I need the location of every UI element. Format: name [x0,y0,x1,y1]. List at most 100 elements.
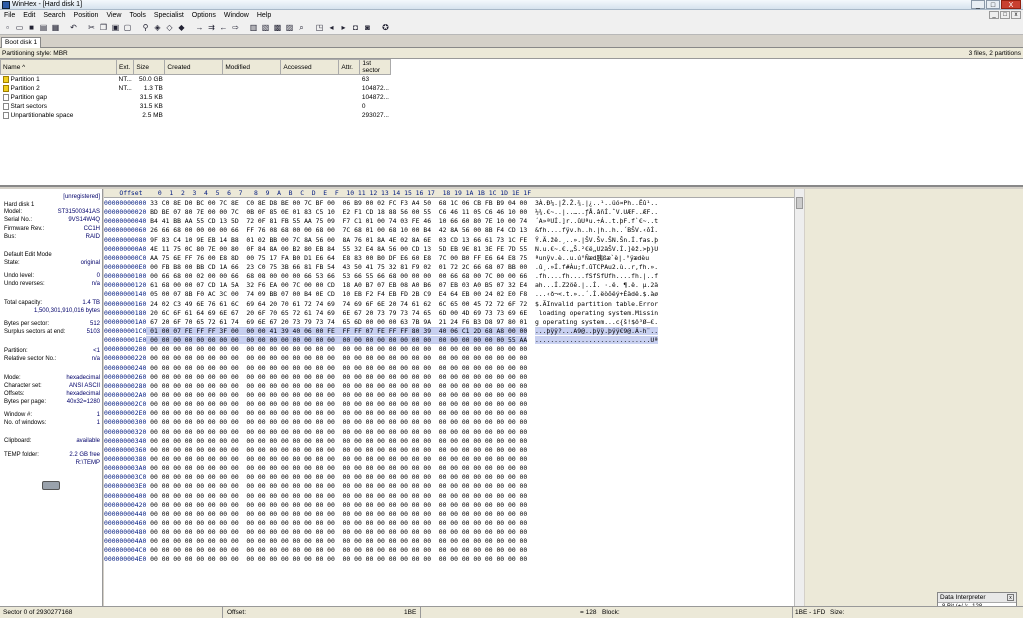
copy-icon[interactable]: ❐ [98,22,109,33]
hex-row[interactable]: 000000003A0 00 00 00 00 00 00 00 00 00 0… [104,464,794,473]
hex-row[interactable]: 000000002E0 00 00 00 00 00 00 00 00 00 0… [104,409,794,418]
hex-text[interactable]: ...‹ð¬<.t.»..´.Í.ëòôëý+Éädë.$.àø [535,290,658,298]
hex-bytes[interactable]: 00 00 00 00 00 00 00 00 00 00 00 00 00 0… [146,546,527,554]
save-icon[interactable]: ■ [26,22,37,33]
replace-text-icon[interactable]: ◇ [164,22,175,33]
hex-bytes[interactable]: 00 00 00 00 00 00 00 00 00 00 00 00 00 0… [146,519,527,527]
hex-row[interactable]: 00000000200 00 00 00 00 00 00 00 00 00 0… [104,345,794,354]
hex-bytes[interactable]: 24 02 C3 49 6E 76 61 6C 69 64 20 70 61 7… [146,300,527,308]
hex-bytes[interactable]: 33 C0 8E D0 BC 00 7C 8E C0 8E D8 BE 00 7… [146,199,527,207]
col-created[interactable]: Created [164,59,224,75]
hex-bytes[interactable]: 00 00 00 00 00 00 00 00 00 00 00 00 00 0… [146,473,527,481]
hex-text[interactable]: $.ÃInvalid partition table.Error [535,300,658,308]
hex-row[interactable]: 000000001E0 00 00 00 00 00 00 00 00 00 0… [104,336,794,345]
snapshot-icon[interactable]: ◳ [314,22,325,33]
hex-text[interactable]: ..............................Uª [534,336,659,345]
menu-view[interactable]: View [102,12,125,19]
camera-icon[interactable]: ◘ [350,22,361,33]
hex-bytes[interactable]: 00 00 00 00 00 00 00 00 00 00 00 00 00 0… [146,464,527,472]
hex-row[interactable]: 00000000180 20 6C 6F 61 64 69 6E 67 20 6… [104,309,794,318]
table-row[interactable]: Unpartitionable space 2.5 MB 293027... [1,111,391,120]
hex-bytes[interactable]: 00 00 00 00 00 00 00 00 00 00 00 00 00 0… [146,537,527,545]
hex-row[interactable]: 00000000320 00 00 00 00 00 00 00 00 00 0… [104,428,794,437]
hex-row[interactable]: 00000000100 00 66 68 00 02 00 00 66 68 0… [104,272,794,281]
cut-icon[interactable]: ✂ [86,22,97,33]
hex-text[interactable]: &fh....fÿv.h..h.|h..h..´BŠV.‹ôÍ. [535,226,658,234]
hex-text[interactable]: Ÿ.Ä.žë.¸..».|ŠV.Šv.ŠN.Šn.Í.fas.þ [535,236,658,244]
table-row[interactable]: Partition gap 31.5 KB 104872... [1,93,391,102]
col-size[interactable]: Size [133,59,166,75]
col-attr[interactable]: Attr. [338,59,361,75]
hex-row[interactable]: 000000004C0 00 00 00 00 00 00 00 00 00 0… [104,546,794,555]
hex-row[interactable]: 000000001C0 01 00 07 FE FF FF 3F 00 00 0… [104,326,794,336]
hex-bytes[interactable]: 00 00 00 00 00 00 00 00 00 00 00 00 00 0… [146,373,527,381]
col-accessed[interactable]: Accessed [280,59,340,75]
col-modified[interactable]: Modified [222,59,282,75]
hex-bytes[interactable]: 00 00 00 00 00 00 00 00 00 00 00 00 00 0… [146,446,527,454]
hex-row[interactable]: 000000002A0 00 00 00 00 00 00 00 00 00 0… [104,391,794,400]
hash-icon[interactable]: ▨ [284,22,295,33]
hex-row[interactable]: 000000000E0 00 FB B8 00 BB CD 1A 66 23 C… [104,263,794,272]
hex-text[interactable]: ªunÿv.è..u.ú°Ñæd胰ßæ`è|.°ÿædèu [535,254,649,262]
hex-row[interactable]: 000000004E0 00 00 00 00 00 00 00 00 00 0… [104,555,794,564]
hex-bytes[interactable]: 00 00 00 00 00 00 00 00 00 00 00 00 00 0… [146,364,527,372]
new-file-icon[interactable]: ▫ [2,22,13,33]
hex-row[interactable]: 000000001A0 67 20 6F 70 65 72 61 74 69 6… [104,318,794,327]
hex-bytes[interactable]: 00 00 00 00 00 00 00 00 00 00 00 00 00 0… [146,409,527,417]
col-ext[interactable]: Ext. [115,59,135,75]
hex-text[interactable]: g operating system...c{š!$ö³Ø—€. [535,318,658,326]
hex-text[interactable]: .û¸.»Í.f#Àu;f.ûTCPAu2.ù..r,fh.». [535,263,658,271]
hex-bytes[interactable]: 00 00 00 00 00 00 00 00 00 00 00 00 00 0… [146,345,527,353]
menu-file[interactable]: File [0,12,19,19]
open-file-icon[interactable]: ▭ [14,22,25,33]
goto-offset-icon[interactable]: → [194,22,205,33]
hex-row[interactable]: 000000003C0 00 00 00 00 00 00 00 00 00 0… [104,473,794,482]
hex-row[interactable]: 00000000340 00 00 00 00 00 00 00 00 00 0… [104,437,794,446]
hex-text[interactable]: ´A»ªUÍ.]r..ûUªu.÷Á..t.þF.f`€~..t [535,217,658,225]
hex-row[interactable]: 00000000240 00 00 00 00 00 00 00 00 00 0… [104,364,794,373]
col-name[interactable]: Name ^ [0,59,117,75]
hex-bytes[interactable]: 05 00 07 8B F0 AC 3C 00 74 09 BB 07 00 B… [146,290,527,298]
hex-bytes[interactable]: 00 00 00 00 00 00 00 00 00 00 00 00 00 0… [146,391,527,399]
maximize-button[interactable]: □ [986,0,1000,9]
hex-row[interactable]: 000000003E0 00 00 00 00 00 00 00 00 00 0… [104,482,794,491]
hex-row[interactable]: 00000000300 00 00 00 00 00 00 00 00 00 0… [104,418,794,427]
close-button[interactable]: X [1001,0,1021,9]
hex-bytes[interactable]: 9F 83 C4 10 9E EB 14 B8 01 02 BB 00 7C 8… [146,236,527,244]
hex-text[interactable]: .fh....fh....fSfSfUfh....fh.|..f [535,272,658,280]
hex-bytes[interactable]: 00 66 68 00 02 00 00 66 68 08 00 00 00 6… [146,272,527,280]
menu-search[interactable]: Search [39,12,69,19]
scrollbar-thumb[interactable] [796,197,803,209]
hex-text[interactable]: ...þÿÿ?...A9@..þÿÿ.þÿÿ€9@.Á-h¨.. [534,326,659,335]
hex-bytes[interactable]: 01 00 07 FE FF FF 3F 00 00 00 41 39 40 0… [146,326,528,335]
menu-tools[interactable]: Tools [125,12,149,19]
hex-bytes[interactable]: 00 00 00 00 00 00 00 00 00 00 00 00 00 0… [146,528,527,536]
hex-row[interactable]: 000000000A0 4E 11 75 0C 80 7E 00 80 0F 8… [104,245,794,254]
hex-row[interactable]: 000000000C0 AA 75 6E FF 76 00 E8 8D 00 7… [104,254,794,263]
hex-bytes[interactable]: 00 00 00 00 00 00 00 00 00 00 00 00 00 0… [146,336,528,345]
hex-editor[interactable]: Offset 0 1 2 3 4 5 6 7 8 9 A B C D E F 1… [104,189,794,606]
hex-bytes[interactable]: 00 00 00 00 00 00 00 00 00 00 00 00 00 0… [146,510,527,518]
hex-row[interactable]: 00000000480 00 00 00 00 00 00 00 00 00 0… [104,528,794,537]
table-row[interactable]: Partition 1 NT... 50.0 GB 63 [1,75,391,84]
hex-bytes[interactable]: 00 00 00 00 00 00 00 00 00 00 00 00 00 0… [146,400,527,408]
mdi-minimize-button[interactable]: _ [989,11,999,19]
menu-window[interactable]: Window [220,12,253,19]
next-sector-icon[interactable]: ▸ [338,22,349,33]
hex-row[interactable]: 00000000400 00 00 00 00 00 00 00 00 00 0… [104,492,794,501]
previous-sector-icon[interactable]: ◂ [326,22,337,33]
hex-text[interactable]: ah...Í.Z2öê.|..Í. ·.ë. ¶.ë. µ.2ä [535,281,658,289]
hex-text[interactable]: N.u.€~.€.„Š.²€ë„U2äŠV.Í.]ëž.>þ}U [535,245,658,253]
goto-sector-icon[interactable]: ⇉ [206,22,217,33]
print-icon[interactable]: ▤ [38,22,49,33]
winhex-app-icon[interactable] [2,1,10,9]
ram-editor-icon[interactable]: ▧ [260,22,271,33]
hex-bytes[interactable]: 4E 11 75 0C 80 7E 00 80 0F 84 8A 00 B2 8… [146,245,527,253]
disk-editor-icon[interactable]: ▥ [248,22,259,33]
hex-text[interactable]: ½¾.€~..|..…..ƒÅ.âñÍ.ˆV.UÆF..ÆF.. [535,208,658,216]
hex-row[interactable]: 00000000020 BD BE 07 80 7E 00 00 7C 0B 0… [104,208,794,217]
mdi-restore-button[interactable]: □ [1000,11,1010,19]
hex-row[interactable]: 00000000080 9F 83 C4 10 9E EB 14 B8 01 0… [104,236,794,245]
hex-bytes[interactable]: 00 00 00 00 00 00 00 00 00 00 00 00 00 0… [146,555,527,563]
hex-bytes[interactable]: AA 75 6E FF 76 00 E8 8D 00 75 17 FA B0 D… [146,254,527,262]
